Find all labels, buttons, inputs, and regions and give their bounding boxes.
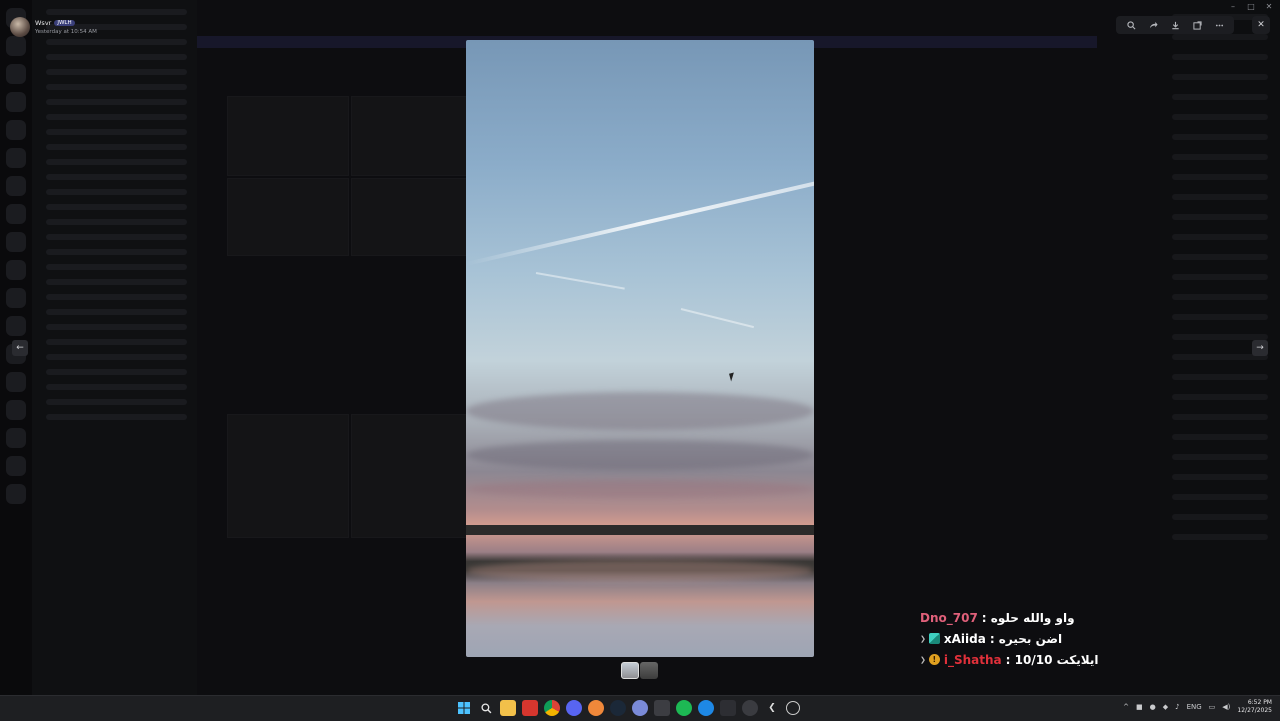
media-image[interactable] — [466, 40, 814, 657]
square-badge-icon — [928, 633, 940, 644]
window-close-button[interactable]: ✕ — [1264, 2, 1274, 11]
minimize-button[interactable]: – — [1228, 2, 1238, 11]
chevron-up-icon[interactable]: ^ — [1123, 703, 1129, 711]
chat-message: ❯ xAiida اضن بحيره : — [920, 628, 1140, 649]
chat-text: ايلايكت 10/10 : — [1005, 652, 1099, 667]
horizon-line — [466, 525, 814, 535]
next-media-button[interactable]: → — [1252, 340, 1268, 356]
spotify-icon[interactable] — [676, 700, 692, 716]
avatar[interactable] — [10, 17, 30, 37]
app-grid-icon[interactable] — [654, 700, 670, 716]
discord-icon[interactable] — [566, 700, 582, 716]
search-icon[interactable] — [478, 700, 494, 716]
system-tray: ^ ■ ● ◆ ♪ ENG ▭ ◀) 6:52 PM 12/27/2025 — [1123, 699, 1272, 715]
zoom-icon[interactable] — [1124, 18, 1138, 32]
windows-taskbar: ❮ ^ ■ ● ◆ ♪ ENG ▭ ◀) 6:52 PM 12/27/2025 — [0, 695, 1280, 721]
previous-media-button[interactable]: ← — [12, 340, 28, 356]
thumbnail-active[interactable] — [621, 662, 639, 679]
tray-app-icon[interactable]: ● — [1150, 703, 1156, 711]
maximize-button[interactable]: □ — [1246, 2, 1256, 11]
steam-icon[interactable] — [610, 700, 626, 716]
chevron-badge-icon: ❯ — [920, 655, 926, 664]
back-app-icon[interactable]: ❮ — [764, 700, 780, 716]
tray-app-icon[interactable]: ■ — [1136, 703, 1143, 711]
chat-message: Dno_707 واو والله حلوه : — [920, 607, 1140, 628]
message-timestamp: Yesterday at 10:54 AM — [35, 29, 97, 35]
clock[interactable]: 6:52 PM 12/27/2025 — [1237, 699, 1272, 715]
clock-time: 6:52 PM — [1247, 699, 1272, 706]
app-blue-icon[interactable] — [698, 700, 714, 716]
media-thumbnail-strip — [621, 662, 658, 679]
forward-icon[interactable] — [1146, 18, 1160, 32]
windows-start-icon[interactable] — [456, 700, 472, 716]
network-icon[interactable]: ▭ — [1209, 703, 1216, 711]
chevron-badge-icon: ❯ — [920, 634, 926, 643]
thumbnail[interactable] — [640, 662, 658, 679]
app-orange-icon[interactable] — [588, 700, 604, 716]
microphone-icon[interactable]: ♪ — [1175, 703, 1179, 711]
chat-message: ❯ ! i_Shatha ايلايكت 10/10 : — [920, 649, 1140, 670]
tray-app-icon[interactable]: ◆ — [1163, 703, 1168, 711]
settings-icon[interactable] — [742, 700, 758, 716]
chat-username: i_Shatha — [943, 652, 1002, 667]
media-toolbar — [1116, 16, 1234, 34]
open-in-new-icon[interactable] — [1190, 18, 1204, 32]
keyboard-icon[interactable] — [720, 700, 736, 716]
clock-date: 12/27/2025 — [1237, 707, 1272, 714]
app-red-icon[interactable] — [522, 700, 538, 716]
author-name[interactable]: Wsvr — [35, 19, 51, 27]
taskbar-apps: ❮ — [456, 700, 800, 716]
channel-list — [32, 0, 197, 695]
speedometer-icon[interactable] — [786, 701, 800, 715]
file-explorer-icon[interactable] — [500, 700, 516, 716]
author-info: Wsvr JWLH Yesterday at 10:54 AM — [35, 19, 97, 35]
media-author-header: Wsvr JWLH Yesterday at 10:54 AM — [10, 14, 97, 40]
vpn-icon[interactable] — [632, 700, 648, 716]
stream-chat-overlay: Dno_707 واو والله حلوه : ❯ xAiida اضن بح… — [920, 607, 1140, 670]
chat-username: Dno_707 — [920, 610, 978, 625]
window-controls: – □ ✕ — [1228, 2, 1274, 11]
close-viewer-button[interactable]: ✕ — [1252, 16, 1270, 34]
chrome-icon[interactable] — [544, 700, 560, 716]
close-icon: ✕ — [1257, 20, 1265, 30]
arrow-right-icon: → — [1256, 343, 1264, 353]
download-icon[interactable] — [1168, 18, 1182, 32]
chat-text: واو والله حلوه : — [981, 610, 1075, 625]
arrow-left-icon: ← — [16, 343, 24, 353]
chat-username: xAiida — [943, 631, 986, 646]
language-indicator[interactable]: ENG — [1187, 703, 1202, 711]
coin-badge-icon: ! — [928, 654, 940, 665]
more-icon[interactable] — [1212, 18, 1226, 32]
server-tag-badge: JWLH — [54, 20, 75, 26]
chat-text: اضن بحيره : — [989, 631, 1063, 646]
mouse-cursor-icon — [729, 372, 736, 382]
volume-icon[interactable]: ◀) — [1222, 703, 1230, 711]
